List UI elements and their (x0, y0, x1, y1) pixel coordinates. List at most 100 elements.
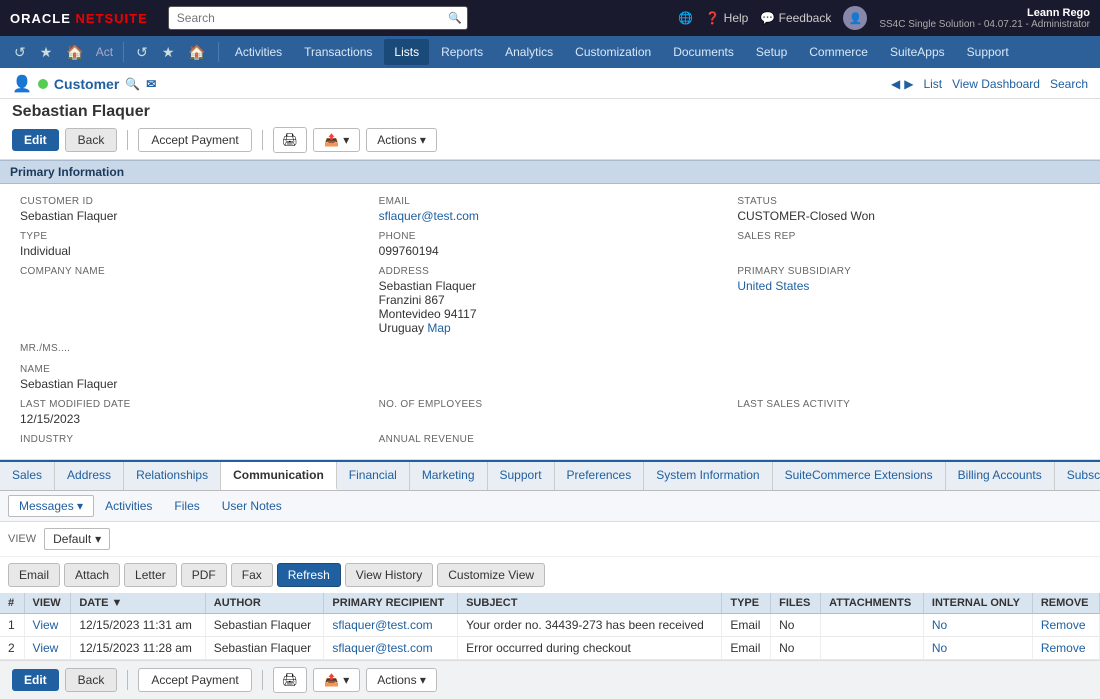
record-title: Sebastian Flaquer (12, 103, 1088, 121)
bottom-toolbar-sep2 (262, 670, 263, 690)
nav-lists[interactable]: Lists (384, 39, 429, 65)
nav-customization[interactable]: Customization (565, 39, 661, 65)
search-bar: 🔍 (168, 6, 468, 30)
nav-analytics[interactable]: Analytics (495, 39, 563, 65)
fax-button[interactable]: Fax (231, 563, 273, 587)
activities-tab[interactable]: Activities (94, 495, 163, 517)
nav-support[interactable]: Support (957, 39, 1019, 65)
map-link[interactable]: Map (427, 321, 450, 335)
history-icon[interactable]: ↺ (8, 40, 32, 65)
tab-sales[interactable]: Sales (0, 462, 55, 490)
tab-subscriptions[interactable]: Subscriptions (1055, 462, 1100, 490)
tab-billing-accounts[interactable]: Billing Accounts (946, 462, 1055, 490)
refresh-button[interactable]: Refresh (277, 563, 341, 587)
pdf-button[interactable]: PDF (181, 563, 227, 587)
feedback-link[interactable]: 💬 Feedback (760, 11, 831, 25)
nav-documents[interactable]: Documents (663, 39, 744, 65)
name-cell: NAME Sebastian Flaquer (12, 360, 371, 395)
internal-only-0[interactable]: No (932, 618, 947, 632)
bottom-back-button[interactable]: Back (65, 668, 118, 692)
tab-marketing[interactable]: Marketing (410, 462, 488, 490)
tab-address[interactable]: Address (55, 462, 124, 490)
bottom-send-dropdown[interactable]: 📤 ▾ (313, 668, 360, 692)
tab-relationships[interactable]: Relationships (124, 462, 221, 490)
globe-icon[interactable]: 🌐 (678, 11, 693, 25)
customize-view-button[interactable]: Customize View (437, 563, 545, 587)
page-header: 👤 Customer 🔍 ✉ ◀ ▶ List View Dashboard S… (0, 68, 1100, 99)
annual-revenue-cell: ANNUAL REVENUE (371, 430, 730, 451)
search-input[interactable] (168, 6, 468, 30)
breadcrumb-label: Customer (54, 76, 119, 92)
table-row: 1 View 12/15/2023 11:31 am Sebastian Fla… (0, 614, 1100, 637)
email-button[interactable]: Email (8, 563, 60, 587)
tab-financial[interactable]: Financial (337, 462, 410, 490)
edit-button[interactable]: Edit (12, 129, 59, 151)
print-button[interactable]: 🖨 (273, 127, 308, 153)
bottom-accept-payment-button[interactable]: Accept Payment (138, 668, 251, 692)
favorites-icon[interactable]: ★ (34, 40, 59, 65)
list-link[interactable]: List (923, 77, 942, 91)
tab-preferences[interactable]: Preferences (555, 462, 645, 490)
user-notes-tab[interactable]: User Notes (211, 495, 293, 517)
tab-support[interactable]: Support (488, 462, 555, 490)
nav-commerce[interactable]: Commerce (799, 39, 878, 65)
nav-transactions[interactable]: Transactions (294, 39, 382, 65)
saved-icon[interactable]: ★ (156, 40, 181, 65)
col-remove: REMOVE (1032, 593, 1099, 614)
tab-communication[interactable]: Communication (221, 462, 337, 490)
letter-button[interactable]: Letter (124, 563, 177, 587)
recent-icon[interactable]: ↺ (130, 40, 154, 65)
view-dashboard-link[interactable]: View Dashboard (952, 77, 1040, 91)
primary-info: CUSTOMER ID Sebastian Flaquer EMAIL sfla… (0, 184, 1100, 460)
search-breadcrumb-icon[interactable]: 🔍 (125, 77, 140, 91)
bottom-toolbar-sep (127, 670, 128, 690)
back-button[interactable]: Back (65, 128, 118, 152)
action-buttons: Email Attach Letter PDF Fax Refresh View… (0, 557, 1100, 593)
accept-payment-button[interactable]: Accept Payment (138, 128, 251, 152)
email-cell: EMAIL sflaquer@test.com (371, 192, 730, 227)
view-select[interactable]: Default ▾ (44, 528, 110, 550)
bottom-actions-button[interactable]: Actions ▾ (366, 668, 437, 692)
no-employees-cell: NO. OF EMPLOYEES (371, 395, 730, 430)
internal-only-1[interactable]: No (932, 641, 947, 655)
recipient-link-0[interactable]: sflaquer@test.com (332, 618, 432, 632)
customer-id-cell: CUSTOMER ID Sebastian Flaquer (12, 192, 371, 227)
prev-arrow[interactable]: ◀ (891, 77, 900, 91)
next-arrow[interactable]: ▶ (904, 77, 913, 91)
send-dropdown[interactable]: 📤 ▾ (313, 128, 360, 152)
view-label: VIEW (8, 533, 36, 545)
email-link[interactable]: sflaquer@test.com (379, 209, 479, 223)
recipient-link-1[interactable]: sflaquer@test.com (332, 641, 432, 655)
actions-button[interactable]: Actions ▾ (366, 128, 437, 152)
remove-link-0[interactable]: Remove (1041, 618, 1086, 632)
mrms-cell: MR./MS.... (12, 339, 371, 360)
col-date[interactable]: DATE ▼ (71, 593, 205, 614)
tab-suitecommerce[interactable]: SuiteCommerce Extensions (773, 462, 946, 490)
nav-suiteapps[interactable]: SuiteApps (880, 39, 955, 65)
act-label[interactable]: Act (92, 45, 117, 59)
messages-tab[interactable]: Messages ▾ (8, 495, 94, 517)
remove-link-1[interactable]: Remove (1041, 641, 1086, 655)
nav-setup[interactable]: Setup (746, 39, 797, 65)
user-avatar: 👤 (843, 6, 867, 30)
bottom-print-button[interactable]: 🖨 (273, 667, 308, 693)
email-breadcrumb-icon[interactable]: ✉ (146, 77, 156, 91)
help-link[interactable]: ❓ Help (705, 11, 748, 25)
search-header-link[interactable]: Search (1050, 77, 1088, 91)
subsidiary-link[interactable]: United States (737, 279, 809, 293)
nav-reports[interactable]: Reports (431, 39, 493, 65)
nav-activities[interactable]: Activities (225, 39, 292, 65)
view-link-0[interactable]: View (33, 618, 59, 632)
dashboard-icon[interactable]: 🏠 (182, 40, 211, 65)
home-icon[interactable]: 🏠 (60, 40, 89, 65)
tab-system-information[interactable]: System Information (644, 462, 772, 490)
files-tab[interactable]: Files (163, 495, 210, 517)
attach-button[interactable]: Attach (64, 563, 120, 587)
send-dropdown-arrow: ▾ (343, 133, 349, 147)
messages-area: Messages ▾ Activities Files User Notes V… (0, 491, 1100, 660)
view-link-1[interactable]: View (33, 641, 59, 655)
view-history-button[interactable]: View History (345, 563, 433, 587)
col-author: AUTHOR (205, 593, 324, 614)
bottom-edit-button[interactable]: Edit (12, 669, 59, 691)
bottom-send-icon: 📤 (324, 673, 339, 687)
